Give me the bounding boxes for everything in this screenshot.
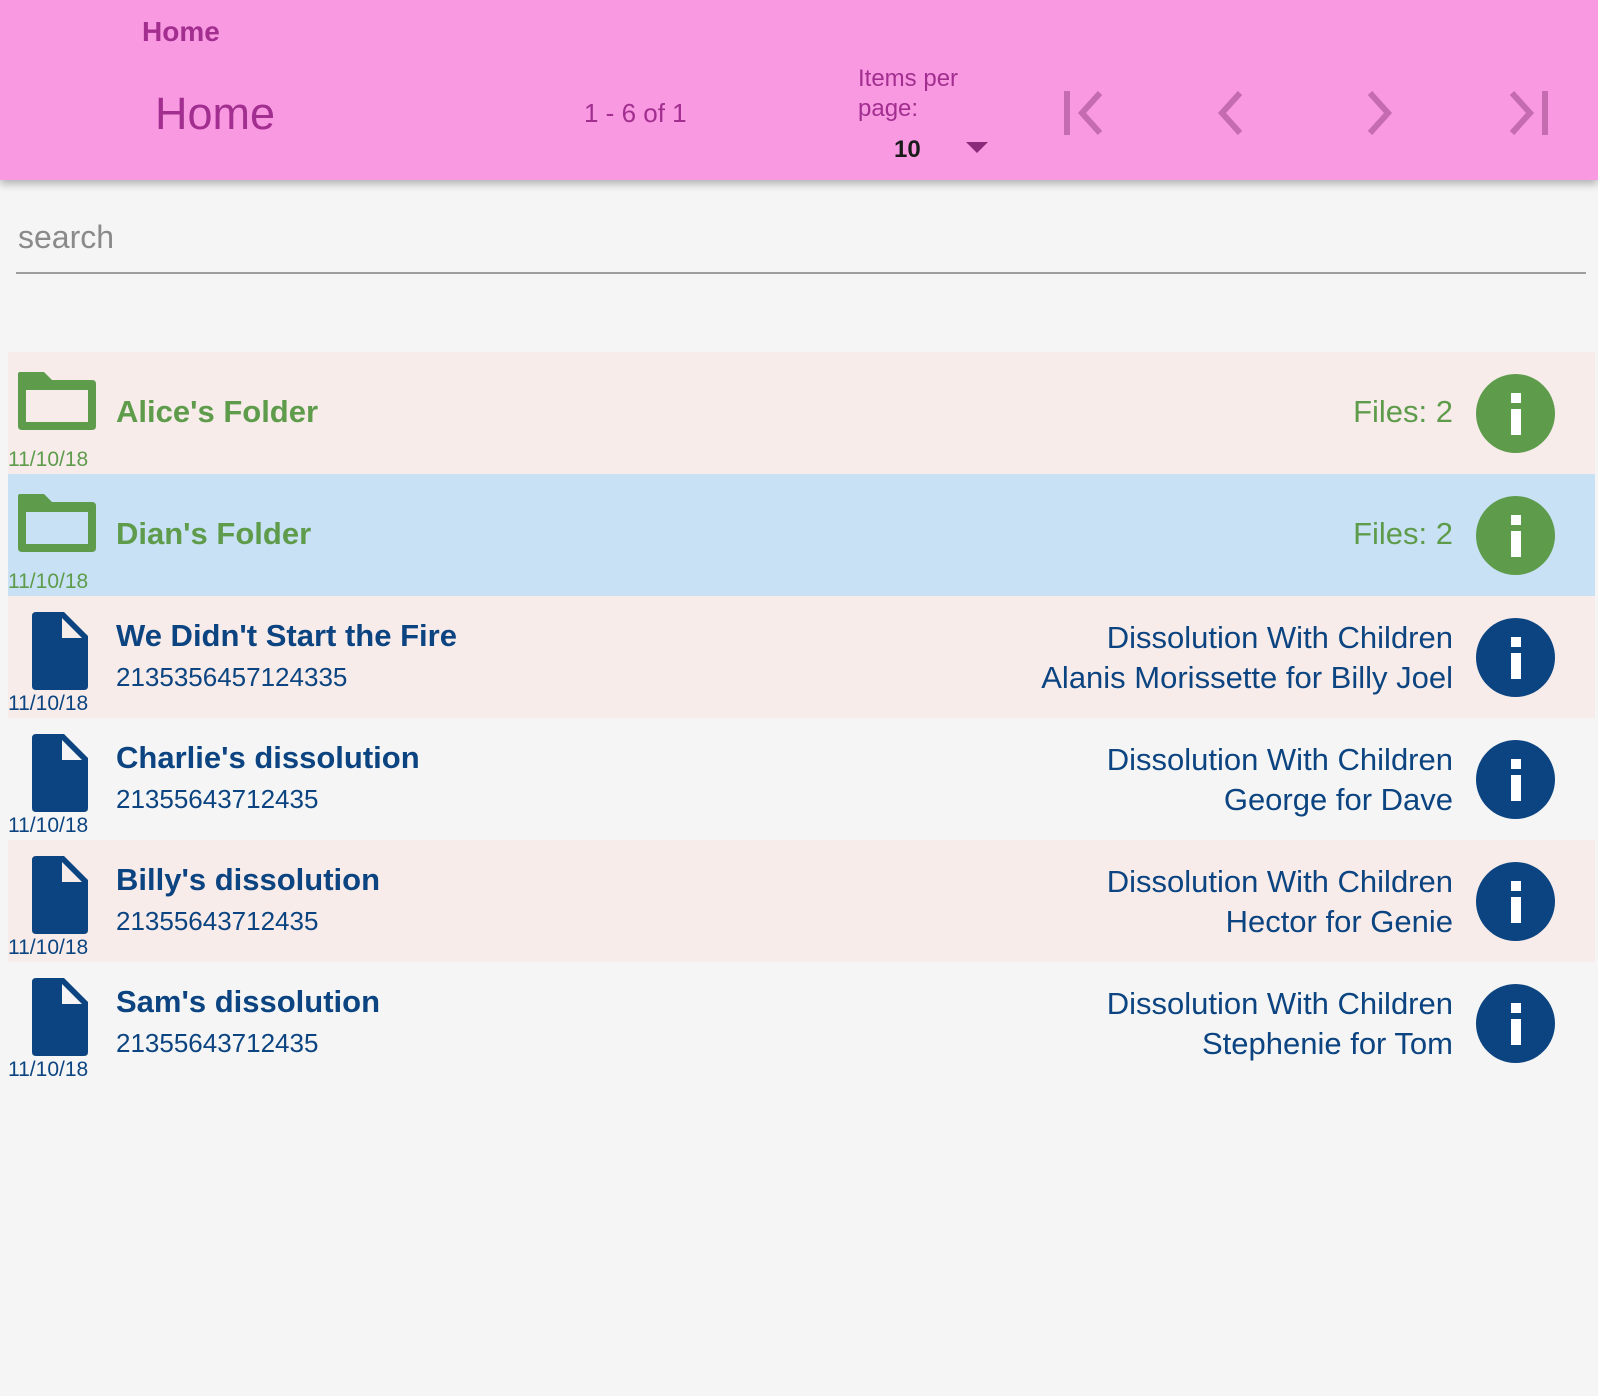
item-title: Charlie's dissolution [116,740,420,775]
item-date: 11/10/18 [8,814,89,837]
info-button[interactable] [1476,984,1555,1063]
info-icon [1510,636,1521,679]
first-page-icon [1064,90,1103,136]
list-item[interactable]: We Didn't Start the Fire 213535645712433… [8,596,1595,718]
list-item[interactable]: Billy's dissolution 21355643712435 11/10… [8,840,1595,962]
item-title: Dian's Folder [116,516,312,551]
item-date: 11/10/18 [8,692,89,715]
previous-page-button[interactable] [1200,82,1262,144]
document-icon [32,734,88,812]
page-title: Home [155,88,276,139]
search-input[interactable] [16,214,1590,260]
document-icon [32,612,88,690]
item-file-count: Files: 2 [1353,394,1453,429]
first-page-button[interactable] [1054,82,1116,144]
list-item[interactable]: Alice's Folder 11/10/18 Files: 2 [8,352,1595,474]
list-item[interactable]: Dian's Folder 11/10/18 Files: 2 [8,474,1595,596]
item-title: We Didn't Start the Fire [116,618,457,653]
item-title: Billy's dissolution [116,862,381,897]
dropdown-arrow-icon [966,142,988,153]
item-parties: Alanis Morissette for Billy Joel [1041,660,1453,695]
list-item[interactable]: Charlie's dissolution 21355643712435 11/… [8,718,1595,840]
items-per-page-value: 10 [894,136,921,163]
list-item[interactable]: Sam's dissolution 21355643712435 11/10/1… [8,962,1595,1084]
items-per-page-label: Items per page: [858,65,959,122]
folder-icon [18,372,96,430]
item-title: Sam's dissolution [116,984,381,1019]
info-icon [1510,880,1521,923]
item-date: 11/10/18 [8,570,89,593]
info-button[interactable] [1476,618,1555,697]
item-details: Dissolution With Children George for Dav… [1107,740,1453,820]
item-number: 21355643712435 [116,784,319,814]
file-list: Alice's Folder 11/10/18 Files: 2 Dian's … [8,352,1595,1084]
item-case-type: Dissolution With Children [1106,620,1453,655]
item-details: Dissolution With Children Stephenie for … [1107,984,1453,1064]
last-page-icon [1509,90,1548,136]
next-page-button[interactable] [1348,82,1410,144]
items-per-page-select[interactable]: 10 [876,130,1000,170]
info-button[interactable] [1476,862,1555,941]
item-details: Dissolution With Children Alanis Morisse… [1041,618,1453,698]
item-number: 21355643712435 [116,906,319,936]
paginator-range-label: 1 - 6 of 1 [584,98,687,128]
info-button[interactable] [1476,374,1555,453]
info-icon [1510,758,1521,801]
item-case-type: Dissolution With Children [1106,986,1453,1021]
item-case-type: Dissolution With Children [1106,742,1453,777]
chevron-right-icon [1367,90,1393,136]
breadcrumb[interactable]: Home [142,16,220,48]
document-icon [32,856,88,934]
document-icon [32,978,88,1056]
item-date: 11/10/18 [8,1058,89,1081]
chevron-left-icon [1217,90,1243,136]
top-toolbar: Home Home 1 - 6 of 1 Items per page: 10 [0,0,1598,180]
item-file-count: Files: 2 [1353,516,1453,551]
item-parties: Hector for Genie [1225,904,1453,939]
item-date: 11/10/18 [8,448,89,471]
info-button[interactable] [1476,496,1555,575]
search-field [16,200,1590,274]
item-details: Dissolution With Children Hector for Gen… [1107,862,1453,942]
info-icon [1510,514,1521,557]
info-icon [1510,392,1521,435]
item-number: 21355643712435 [116,1028,319,1058]
folder-icon [18,494,96,552]
item-parties: George for Dave [1223,782,1453,817]
info-button[interactable] [1476,740,1555,819]
info-icon [1510,1002,1521,1045]
item-case-type: Dissolution With Children [1106,864,1453,899]
last-page-button[interactable] [1496,82,1558,144]
item-title: Alice's Folder [116,394,319,429]
item-date: 11/10/18 [8,936,89,959]
item-parties: Stephenie for Tom [1201,1026,1453,1061]
item-number: 2135356457124335 [116,662,348,692]
